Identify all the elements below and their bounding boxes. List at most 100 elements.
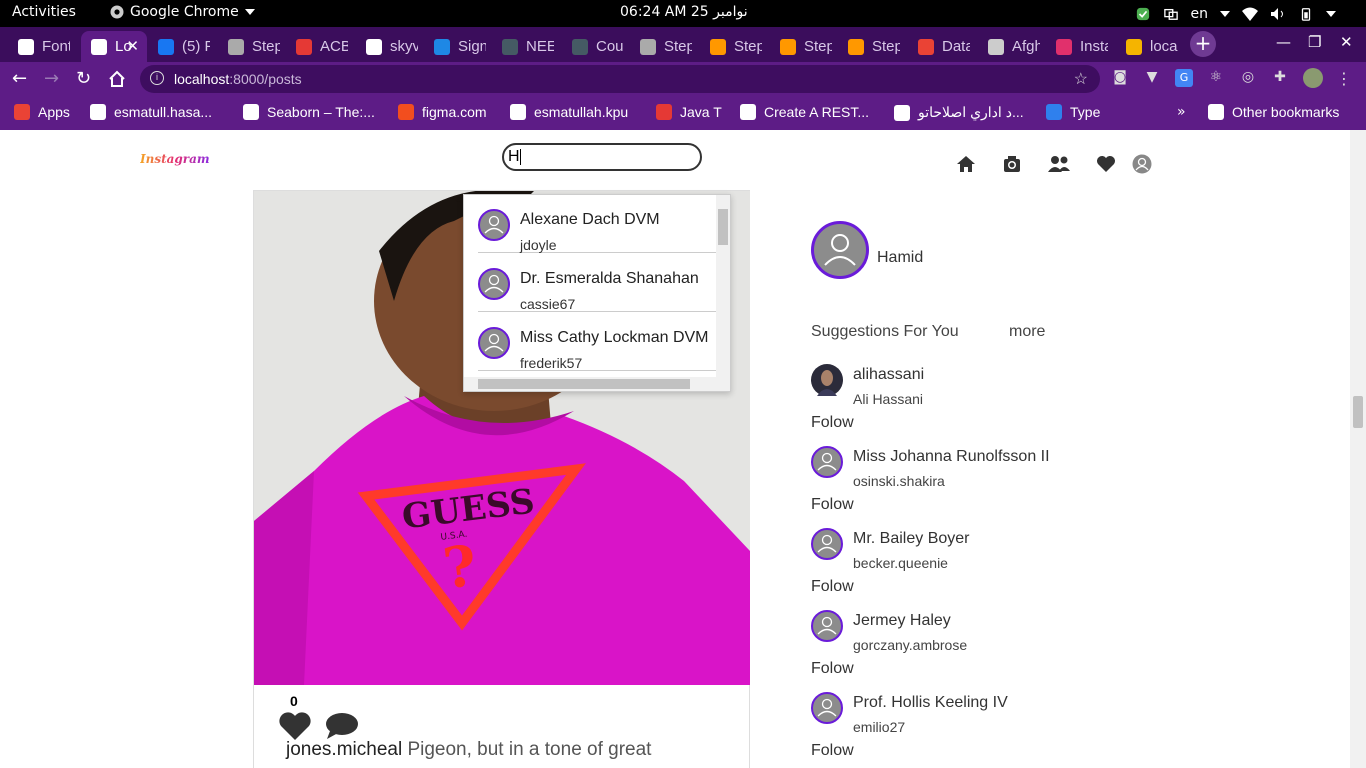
bookmark-label: esmatullah.kpu <box>534 104 629 120</box>
close-window-button[interactable]: ✕ <box>1340 33 1353 51</box>
user-avatar[interactable] <box>478 268 510 300</box>
tab-15[interactable]: Insta <box>1046 31 1108 62</box>
suggestion-item: Prof. Hollis Keeling IV emilio27 Folow <box>811 687 1111 768</box>
user-avatar[interactable] <box>811 528 843 560</box>
address-bar[interactable]: i localhost:8000/posts ☆ <box>140 65 1100 93</box>
reload-button[interactable]: ↻ <box>76 68 91 89</box>
tab-9[interactable]: Step <box>630 31 692 62</box>
site-info-icon[interactable]: i <box>150 71 164 85</box>
tab-1[interactable]: Lo ✕ <box>81 31 147 62</box>
tab-11[interactable]: Step <box>770 31 832 62</box>
bookmark-2[interactable]: Seaborn – The:... <box>243 104 375 120</box>
search-result-item[interactable]: Alexane Dach DVM jdoyle <box>478 195 716 253</box>
tab-5[interactable]: skyv <box>356 31 418 62</box>
bookmark-5[interactable]: Java T <box>656 104 722 120</box>
home-icon[interactable] <box>956 154 976 174</box>
system-tray[interactable]: en <box>1135 0 1366 27</box>
search-input[interactable]: H <box>502 143 702 171</box>
suggestion-name[interactable]: Mr. Bailey Boyer <box>853 530 969 548</box>
people-icon[interactable] <box>1048 154 1070 174</box>
user-avatar[interactable] <box>811 692 843 724</box>
search-result-item[interactable]: Dr. Esmeralda Shanahan cassie67 <box>478 254 716 312</box>
bookmark-4[interactable]: esmatullah.kpu <box>510 104 628 120</box>
tab-14[interactable]: Afgh <box>978 31 1040 62</box>
comment-icon[interactable] <box>324 711 360 741</box>
bookmark-0[interactable]: Apps <box>14 104 70 120</box>
user-avatar[interactable] <box>811 446 843 478</box>
url-path: :8000/posts <box>229 71 302 87</box>
tab-favicon-icon <box>434 38 450 55</box>
suggestion-name[interactable]: Miss Johanna Runolfsson II <box>853 448 1050 466</box>
extensions-puzzle-icon[interactable]: ✚ <box>1271 69 1289 87</box>
page-scrollbar[interactable] <box>1350 130 1366 768</box>
back-button[interactable]: ← <box>12 68 27 89</box>
profile-avatar[interactable] <box>1303 68 1323 88</box>
tab-3[interactable]: Step <box>218 31 280 62</box>
tab-favicon-icon <box>780 38 796 55</box>
tab-8[interactable]: Cou <box>562 31 624 62</box>
dropdown-vertical-scrollbar[interactable] <box>716 195 730 379</box>
close-tab-icon[interactable]: ✕ <box>126 37 139 55</box>
forward-button[interactable]: → <box>44 68 59 89</box>
home-icon[interactable] <box>108 70 126 88</box>
app-menu[interactable]: Google Chrome <box>110 4 255 20</box>
vue-extension-icon[interactable]: ▼ <box>1143 69 1161 87</box>
tab-12[interactable]: Step <box>838 31 900 62</box>
clock[interactable]: 06:24 AM 25 نوامبر <box>620 4 748 20</box>
react-extension-icon[interactable]: ⚛ <box>1207 69 1225 87</box>
dropdown-horizontal-scrollbar[interactable] <box>464 377 730 391</box>
bookmarks-bar: Apps esmatull.hasa... Seaborn – The:... fig… <box>0 96 1366 130</box>
suggestions-more-link[interactable]: more <box>1009 323 1045 341</box>
profile-avatar[interactable] <box>811 221 869 279</box>
bookmark-star-icon[interactable]: ☆ <box>1074 69 1088 89</box>
result-name: Dr. Esmeralda Shanahan <box>520 270 699 287</box>
tab-6[interactable]: Sign <box>424 31 486 62</box>
suggestion-name[interactable]: Jermey Haley <box>853 612 951 630</box>
follow-button[interactable]: Folow <box>811 414 854 432</box>
chrome-menu-icon[interactable]: ⋮ <box>1335 69 1353 88</box>
bookmark-1[interactable]: esmatull.hasa... <box>90 104 212 120</box>
like-heart-icon[interactable] <box>278 711 312 741</box>
bookmark-6[interactable]: Create A REST... <box>740 104 869 120</box>
user-avatar[interactable] <box>811 610 843 642</box>
tab-10[interactable]: Step <box>700 31 762 62</box>
follow-button[interactable]: Folow <box>811 660 854 678</box>
bookmark-3[interactable]: figma.com <box>398 104 487 120</box>
follow-button[interactable]: Folow <box>811 578 854 596</box>
translate-extension-icon[interactable]: G <box>1175 69 1193 87</box>
follow-button[interactable]: Folow <box>811 496 854 514</box>
minimize-button[interactable]: — <box>1276 33 1291 51</box>
instagram-logo[interactable]: Instagram <box>140 152 210 166</box>
post-username[interactable]: jones.micheal <box>286 739 402 760</box>
camera-icon[interactable] <box>1002 154 1022 174</box>
tab-0[interactable]: Font <box>8 31 70 62</box>
bookmark-9[interactable]: Other bookmarks <box>1208 104 1339 120</box>
tab-2[interactable]: (5) F <box>148 31 210 62</box>
tab-7[interactable]: NEE <box>492 31 554 62</box>
user-avatar[interactable] <box>478 209 510 241</box>
activities-button[interactable]: Activities <box>12 4 76 20</box>
profile-name[interactable]: Hamid <box>877 249 923 267</box>
tab-16[interactable]: loca <box>1116 31 1178 62</box>
tab-label: Step <box>664 38 692 55</box>
bookmark-favicon-icon <box>894 104 910 121</box>
user-avatar[interactable] <box>811 364 843 396</box>
suggestion-name[interactable]: Prof. Hollis Keeling IV <box>853 694 1008 712</box>
tab-13[interactable]: Data <box>908 31 970 62</box>
user-avatar[interactable] <box>478 327 510 359</box>
search-result-item[interactable]: Miss Cathy Lockman DVM frederik57 <box>478 313 716 371</box>
bookmark-7[interactable]: د اداري اصلاحاتو... <box>894 104 1024 121</box>
suggestion-name[interactable]: alihassani <box>853 366 924 384</box>
maximize-button[interactable]: ❐ <box>1308 33 1321 51</box>
heart-icon[interactable] <box>1096 154 1116 174</box>
follow-button[interactable]: Folow <box>811 742 854 760</box>
profile-icon[interactable] <box>1132 154 1152 174</box>
target-extension-icon[interactable]: ◎ <box>1239 69 1257 87</box>
suggestion-username: emilio27 <box>853 719 906 735</box>
bookmarks-overflow-icon[interactable]: » <box>1177 104 1186 120</box>
tab-4[interactable]: ACB <box>286 31 348 62</box>
bookmark-8[interactable]: Type <box>1046 104 1100 120</box>
language-indicator[interactable]: en <box>1191 6 1209 22</box>
camera-extension-icon[interactable]: ◙ <box>1111 69 1129 87</box>
new-tab-button[interactable]: + <box>1190 31 1216 57</box>
